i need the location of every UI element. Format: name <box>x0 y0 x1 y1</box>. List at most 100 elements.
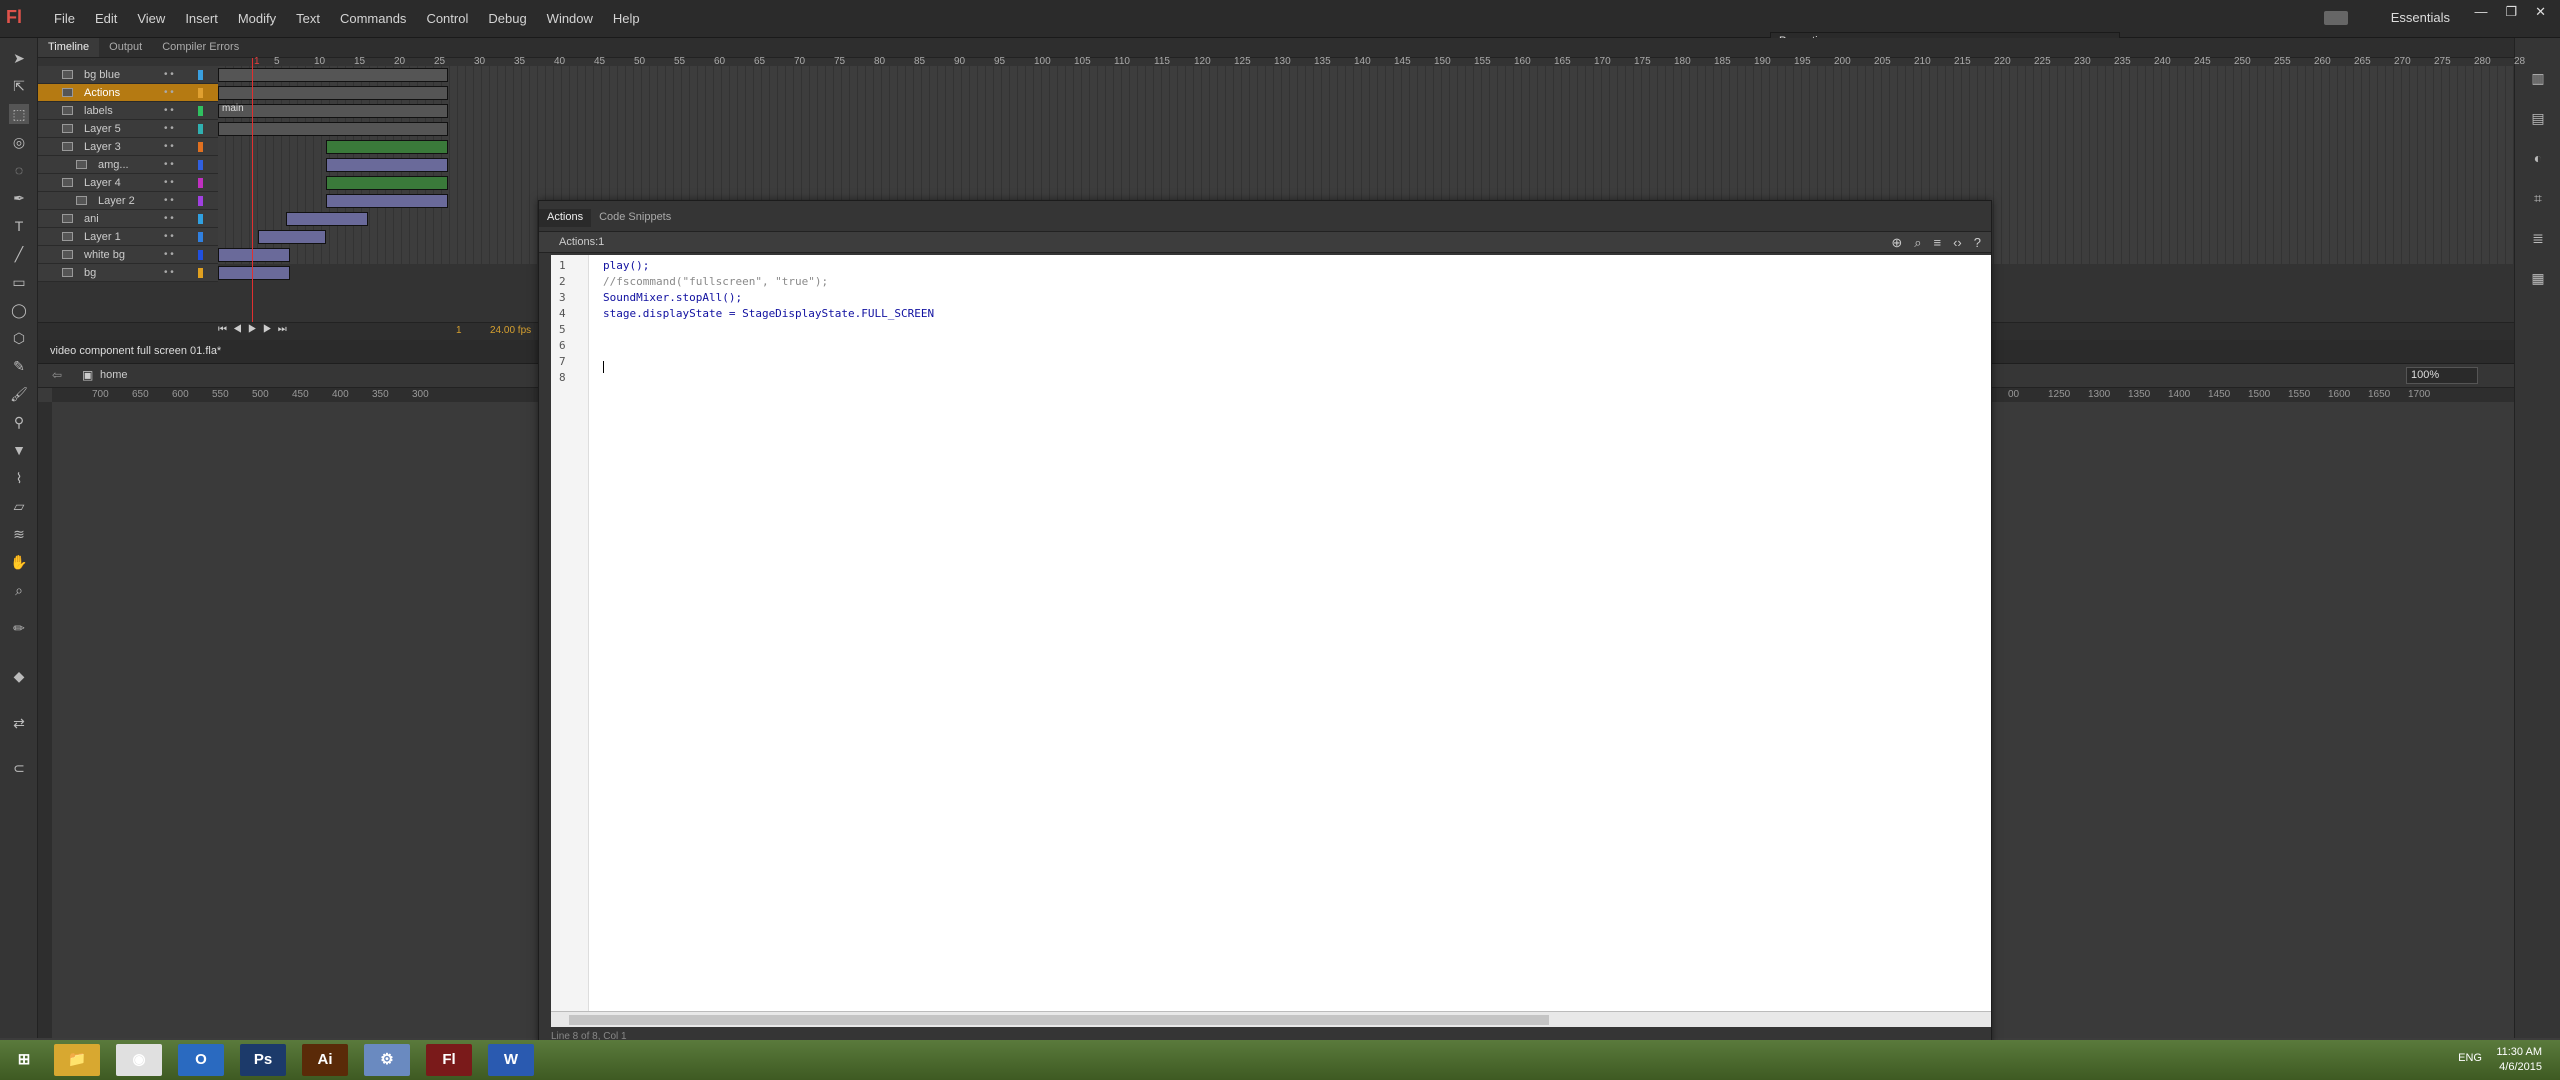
frame-span[interactable] <box>218 266 290 280</box>
fill-color-icon[interactable]: ◆ <box>9 666 29 686</box>
layer-row[interactable]: Layer 4 • • <box>38 174 218 192</box>
menu-edit[interactable]: Edit <box>85 11 127 26</box>
pen-tool-icon[interactable]: ✒ <box>9 188 29 208</box>
layer-visibility-lock-toggles[interactable]: • • <box>164 66 174 84</box>
menu-insert[interactable]: Insert <box>175 11 228 26</box>
layer-frames[interactable] <box>218 66 458 84</box>
layer-color-swatch[interactable] <box>198 160 203 170</box>
playback-controls-icon[interactable]: ⏮◀▶▶⏭ <box>218 324 293 335</box>
transform-icon[interactable]: ⌗ <box>2528 188 2548 208</box>
layer-color-swatch[interactable] <box>198 124 203 134</box>
layer-color-swatch[interactable] <box>198 196 203 206</box>
layer-frames[interactable] <box>218 138 458 156</box>
menu-window[interactable]: Window <box>537 11 603 26</box>
insert-target-icon[interactable]: ⊕ <box>1891 235 1902 251</box>
layer-visibility-lock-toggles[interactable]: • • <box>164 246 174 264</box>
menu-commands[interactable]: Commands <box>330 11 416 26</box>
start-button[interactable]: ⊞ <box>2 1044 46 1076</box>
zoom-select[interactable]: 100% <box>2406 367 2478 384</box>
layer-visibility-lock-toggles[interactable]: • • <box>164 102 174 120</box>
frame-span[interactable] <box>258 230 326 244</box>
layer-visibility-lock-toggles[interactable]: • • <box>164 264 174 282</box>
swatches-icon[interactable]: ≣ <box>2528 228 2548 248</box>
layer-color-swatch[interactable] <box>198 178 203 188</box>
layer-frames[interactable] <box>218 192 458 210</box>
taskbar-flash-icon[interactable]: Fl <box>426 1044 472 1076</box>
align-icon[interactable]: ▤ <box>2528 108 2548 128</box>
polystar-tool-icon[interactable]: ⬡ <box>9 328 29 348</box>
bone-tool-icon[interactable]: ⚲ <box>9 412 29 432</box>
frame-span[interactable] <box>326 158 448 172</box>
sync-settings-icon[interactable] <box>2324 11 2348 25</box>
layer-visibility-lock-toggles[interactable]: • • <box>164 210 174 228</box>
layer-color-swatch[interactable] <box>198 268 203 278</box>
input-language[interactable]: ENG <box>2458 1052 2482 1064</box>
menu-file[interactable]: File <box>44 11 85 26</box>
menu-control[interactable]: Control <box>416 11 478 26</box>
selection-tool-icon[interactable]: ➤ <box>9 48 29 68</box>
layer-color-swatch[interactable] <box>198 142 203 152</box>
format-code-icon[interactable]: ≡ <box>1934 235 1942 251</box>
brush-tool-icon[interactable]: 🖌 <box>9 384 29 404</box>
snap-to-objects-icon[interactable]: ⊂ <box>9 758 29 778</box>
layer-visibility-lock-toggles[interactable]: • • <box>164 120 174 138</box>
layer-row[interactable]: Actions • • <box>38 84 218 102</box>
layer-row[interactable]: Layer 2 • • <box>38 192 218 210</box>
layer-visibility-lock-toggles[interactable]: • • <box>164 192 174 210</box>
layer-row[interactable]: bg • • <box>38 264 218 282</box>
hand-tool-icon[interactable]: ✋ <box>9 552 29 572</box>
layer-visibility-lock-toggles[interactable]: • • <box>164 228 174 246</box>
code-line[interactable]: stage.displayState = StageDisplayState.F… <box>603 307 934 320</box>
layer-row[interactable]: Layer 5 • • <box>38 120 218 138</box>
frame-span[interactable] <box>326 194 448 208</box>
tab-timeline[interactable]: Timeline <box>38 38 100 57</box>
width-tool-icon[interactable]: ≋ <box>9 524 29 544</box>
paint-bucket-tool-icon[interactable]: ▼ <box>9 440 29 460</box>
system-clock[interactable]: 11:30 AM 4/6/2015 <box>2496 1045 2542 1075</box>
code-editor[interactable]: 1 2 3 4 5 6 7 8 play(); //fscommand("fullscreen"… <box>551 255 1991 1011</box>
taskbar-file-explorer-icon[interactable]: 📁 <box>54 1044 100 1076</box>
text-tool-icon[interactable]: T <box>9 216 29 236</box>
frame-span[interactable] <box>326 140 448 154</box>
layer-frames[interactable] <box>218 120 458 138</box>
layer-row[interactable]: amg... • • <box>38 156 218 174</box>
back-arrow-icon[interactable]: ⇦ <box>52 368 62 382</box>
frame-rate[interactable]: 24.00 fps <box>490 325 531 336</box>
lasso-tool-icon[interactable]: ◌ <box>9 160 29 180</box>
scene-name[interactable]: home <box>100 369 128 381</box>
stroke-color-icon[interactable]: ✏ <box>9 618 29 638</box>
layer-frames[interactable] <box>218 84 458 102</box>
scrollbar-thumb[interactable] <box>569 1015 1549 1025</box>
menu-help[interactable]: Help <box>603 11 650 26</box>
maximize-button[interactable]: ❐ <box>2505 4 2517 20</box>
tab-actions[interactable]: Actions <box>539 209 592 227</box>
eyedropper-tool-icon[interactable]: ⌇ <box>9 468 29 488</box>
horizontal-scrollbar[interactable] <box>551 1011 1991 1027</box>
menu-view[interactable]: View <box>127 11 175 26</box>
3d-rotation-tool-icon[interactable]: ◎ <box>9 132 29 152</box>
close-button[interactable]: ✕ <box>2535 4 2546 20</box>
rectangle-tool-icon[interactable]: ▭ <box>9 272 29 292</box>
workspace-switcher[interactable]: Essentials <box>2391 10 2450 25</box>
taskbar-illustrator-icon[interactable]: Ai <box>302 1044 348 1076</box>
layer-visibility-lock-toggles[interactable]: • • <box>164 156 174 174</box>
layer-row[interactable]: ani • • <box>38 210 218 228</box>
tab-code-snippets[interactable]: Code Snippets <box>591 209 679 227</box>
code-hint-icon[interactable]: ‹› <box>1953 235 1962 251</box>
menu-modify[interactable]: Modify <box>228 11 286 26</box>
taskbar-outlook-icon[interactable]: O <box>178 1044 224 1076</box>
zoom-tool-icon[interactable]: ⌕ <box>9 580 29 600</box>
layer-row[interactable]: Layer 1 • • <box>38 228 218 246</box>
motion-presets-icon[interactable]: ▦ <box>2528 268 2548 288</box>
color-icon[interactable]: ◐ <box>2528 148 2548 168</box>
layer-frames[interactable] <box>218 156 458 174</box>
menu-debug[interactable]: Debug <box>478 11 536 26</box>
layer-visibility-lock-toggles[interactable]: • • <box>164 138 174 156</box>
subselection-tool-icon[interactable]: ⇱ <box>9 76 29 96</box>
taskbar-photoshop-icon[interactable]: Ps <box>240 1044 286 1076</box>
layer-frames[interactable] <box>218 264 458 282</box>
find-icon[interactable]: ⌕ <box>1914 235 1921 251</box>
layer-color-swatch[interactable] <box>198 250 203 260</box>
oval-tool-icon[interactable]: ◯ <box>9 300 29 320</box>
swap-colors-icon[interactable]: ⇄ <box>9 713 29 733</box>
